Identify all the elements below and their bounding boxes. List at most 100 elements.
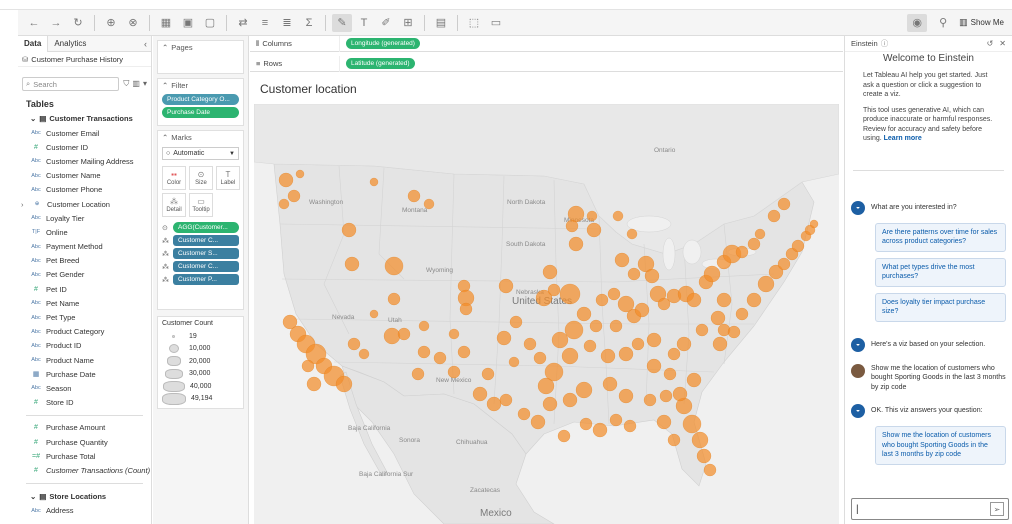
text-label-icon[interactable]: T bbox=[354, 14, 374, 32]
customer-location-dot[interactable] bbox=[387, 292, 401, 306]
show-labels-icon[interactable]: ▤ bbox=[431, 14, 451, 32]
customer-location-dot[interactable] bbox=[547, 283, 561, 297]
learn-more-link[interactable]: Learn more bbox=[884, 135, 922, 142]
suggestion-card[interactable]: Does loyalty tier impact purchase size? bbox=[875, 292, 1006, 322]
customer-location-dot[interactable] bbox=[644, 268, 660, 284]
customer-location-dot[interactable] bbox=[627, 267, 641, 281]
field-item[interactable]: Abc Customer Mailing Address bbox=[18, 154, 151, 168]
field-item[interactable]: T|F Online bbox=[18, 225, 151, 239]
customer-location-dot[interactable] bbox=[586, 222, 602, 238]
customer-location-dot[interactable] bbox=[418, 320, 430, 332]
sort-descending-icon[interactable]: ≣ bbox=[277, 14, 297, 32]
customer-location-dot[interactable] bbox=[643, 393, 657, 407]
customer-location-dot[interactable] bbox=[384, 256, 404, 276]
customer-location-dot[interactable] bbox=[710, 310, 726, 326]
customer-location-dot[interactable] bbox=[595, 293, 609, 307]
show-me-button[interactable]: ▥ Show Me bbox=[959, 17, 1004, 28]
label-button[interactable]: T Label bbox=[216, 166, 240, 190]
clear-sheet-icon[interactable]: ▢ bbox=[200, 14, 220, 32]
customer-location-dot[interactable] bbox=[568, 236, 584, 252]
history-icon[interactable]: ↺ bbox=[987, 39, 994, 48]
redo-icon[interactable]: ↻ bbox=[68, 14, 88, 32]
customer-location-dot[interactable] bbox=[809, 219, 819, 229]
customer-location-dot[interactable] bbox=[667, 433, 681, 447]
customer-location-dot[interactable] bbox=[618, 346, 634, 362]
close-icon[interactable]: ✕ bbox=[999, 39, 1006, 48]
customer-location-dot[interactable] bbox=[523, 337, 537, 351]
columns-shelf[interactable]: ⦀ Columns Longitude (generated) bbox=[250, 35, 843, 52]
customer-location-dot[interactable] bbox=[576, 306, 592, 322]
rows-pill[interactable]: Latitude (generated) bbox=[346, 58, 415, 69]
customer-location-dot[interactable] bbox=[481, 367, 495, 381]
customer-location-dot[interactable] bbox=[347, 337, 361, 351]
table-group-customer-transactions[interactable]: ⌄ ▤ Customer Transactions bbox=[18, 111, 151, 126]
einstein-icon[interactable]: ◉ bbox=[907, 13, 928, 32]
customer-location-dot[interactable] bbox=[561, 347, 579, 365]
customer-location-dot[interactable] bbox=[295, 169, 305, 179]
field-item[interactable]: Abc Season bbox=[18, 381, 151, 395]
customer-location-dot[interactable] bbox=[335, 375, 353, 393]
customer-location-dot[interactable] bbox=[301, 359, 315, 373]
field-item[interactable]: # Store ID bbox=[18, 396, 151, 410]
customer-location-dot[interactable] bbox=[777, 197, 791, 211]
customer-location-dot[interactable] bbox=[747, 237, 761, 251]
customer-location-dot[interactable] bbox=[623, 419, 637, 433]
field-item[interactable]: # Purchase Quantity bbox=[18, 435, 151, 449]
suggestion-card[interactable]: What pet types drive the most purchases? bbox=[875, 257, 1006, 287]
filter-pill[interactable]: Product Category O... bbox=[162, 94, 239, 105]
customer-location-dot[interactable] bbox=[612, 210, 624, 222]
presentation-icon[interactable]: ⬚ bbox=[464, 14, 484, 32]
field-item[interactable]: Abc Pet Type bbox=[18, 310, 151, 324]
field-item[interactable]: Abc Loyalty Tier bbox=[18, 211, 151, 225]
answer-card[interactable]: Show me the location of customers who bo… bbox=[875, 426, 1006, 465]
field-item[interactable]: ▦ Purchase Date bbox=[18, 367, 151, 381]
tab-data[interactable]: Data bbox=[18, 35, 49, 52]
annotate-icon[interactable]: ✐ bbox=[376, 14, 396, 32]
customer-location-dot[interactable] bbox=[686, 292, 702, 308]
customer-location-dot[interactable] bbox=[344, 256, 360, 272]
customer-location-dot[interactable] bbox=[579, 417, 593, 431]
field-item[interactable]: Abc Pet Gender bbox=[18, 268, 151, 282]
color-button[interactable]: ▪▪ Color bbox=[162, 166, 186, 190]
customer-location-dot[interactable] bbox=[508, 356, 520, 368]
field-item[interactable]: Abc Address bbox=[18, 504, 151, 518]
customer-location-dot[interactable] bbox=[634, 302, 650, 318]
customer-location-dot[interactable] bbox=[358, 348, 370, 360]
field-item[interactable]: # Customer Transactions (Count) bbox=[18, 463, 151, 477]
customer-location-dot[interactable] bbox=[686, 372, 702, 388]
swap-icon[interactable]: ⇄ bbox=[233, 14, 253, 32]
field-item[interactable]: Abc Pet Breed bbox=[18, 254, 151, 268]
customer-location-dot[interactable] bbox=[565, 219, 579, 233]
filter-icon[interactable]: ⛉ bbox=[123, 79, 129, 89]
customer-location-dot[interactable] bbox=[600, 348, 616, 364]
pin-icon[interactable]: ⚲ bbox=[933, 14, 953, 32]
customer-location-dot[interactable] bbox=[433, 351, 447, 365]
customer-location-dot[interactable] bbox=[659, 389, 673, 403]
customer-location-dot[interactable] bbox=[586, 210, 598, 222]
customer-location-dot[interactable] bbox=[496, 330, 512, 346]
customer-location-dot[interactable] bbox=[631, 337, 645, 351]
customer-location-dot[interactable] bbox=[369, 309, 379, 319]
customer-location-dot[interactable] bbox=[498, 278, 514, 294]
customer-location-dot[interactable] bbox=[499, 393, 513, 407]
customer-location-dot[interactable] bbox=[663, 367, 677, 381]
customer-location-dot[interactable] bbox=[542, 396, 558, 412]
customer-location-dot[interactable] bbox=[691, 431, 709, 449]
customer-location-dot[interactable] bbox=[457, 345, 471, 359]
customer-location-dot[interactable] bbox=[537, 377, 555, 395]
customer-location-dot[interactable] bbox=[672, 386, 688, 402]
field-item[interactable]: # Customer ID bbox=[18, 140, 151, 154]
customer-location-dot[interactable] bbox=[777, 257, 791, 271]
field-item[interactable]: Abc Customer Name bbox=[18, 169, 151, 183]
customer-location-dot[interactable] bbox=[646, 332, 662, 348]
new-worksheet-icon[interactable]: ▦ bbox=[156, 14, 176, 32]
customer-location-dot[interactable] bbox=[617, 295, 635, 313]
sort-ascending-icon[interactable]: ≡ bbox=[255, 14, 275, 32]
highlight-icon[interactable]: ✎ bbox=[332, 13, 352, 32]
customer-location-dot[interactable] bbox=[533, 351, 547, 365]
customer-location-dot[interactable] bbox=[557, 429, 571, 443]
duplicate-icon[interactable]: ▣ bbox=[178, 14, 198, 32]
fit-icon[interactable]: ⊞ bbox=[398, 14, 418, 32]
collapse-icon[interactable]: ‹ bbox=[144, 39, 151, 49]
customer-location-dot[interactable] bbox=[618, 388, 634, 404]
